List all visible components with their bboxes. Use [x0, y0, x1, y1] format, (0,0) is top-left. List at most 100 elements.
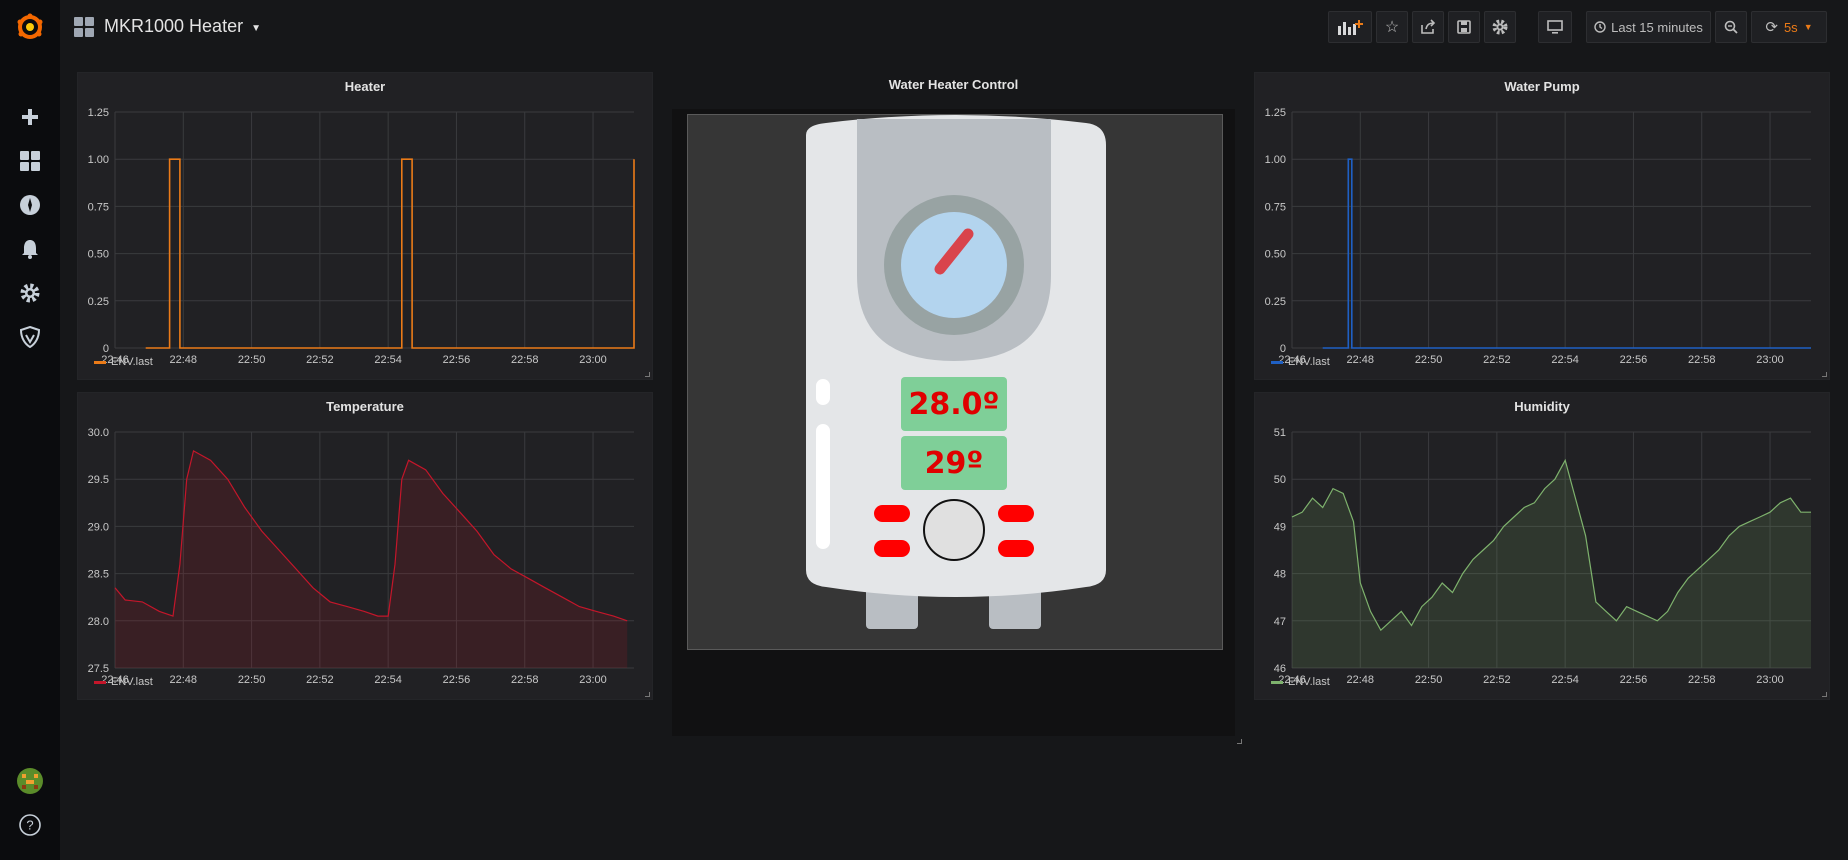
x-tick-label: 22:58: [511, 354, 539, 366]
x-tick-label: 22:54: [374, 674, 402, 686]
x-tick-label: 23:00: [579, 354, 607, 366]
alerting-bell-icon[interactable]: [14, 233, 46, 265]
temperature-dial[interactable]: [901, 212, 1007, 318]
save-dashboard-button[interactable]: [1448, 11, 1480, 43]
panel-title[interactable]: Humidity: [1255, 399, 1829, 414]
tv-mode-button[interactable]: [1538, 11, 1572, 43]
panel-title[interactable]: Temperature: [78, 399, 652, 414]
current-temp-value: 28.0º: [908, 386, 1000, 422]
caret-down-icon: ▼: [1803, 22, 1813, 32]
time-range-picker[interactable]: Last 15 minutes: [1586, 11, 1711, 43]
legend-item[interactable]: ENV.last: [1271, 356, 1330, 368]
x-tick-label: 22:50: [238, 354, 266, 366]
water-pump-chart: 00.250.500.751.001.2522:46 22:48 22:50 22:5…: [1265, 107, 1811, 366]
zoom-out-button[interactable]: [1715, 11, 1747, 43]
legend-label: ENV.last: [111, 676, 153, 688]
y-tick-label: 30.0: [88, 427, 109, 439]
legend-item[interactable]: ENV.last: [1271, 676, 1330, 688]
x-tick-label: 22:52: [306, 674, 334, 686]
y-tick-label: 0.25: [1265, 296, 1286, 308]
resize-handle[interactable]: [1822, 372, 1827, 377]
mode-down-button[interactable]: [998, 540, 1034, 557]
x-tick-label: 22:58: [1688, 674, 1716, 686]
legend-swatch: [94, 680, 106, 684]
dashboard-title-picker[interactable]: MKR1000 Heater ▼: [104, 16, 261, 37]
legend-item[interactable]: ENV.last: [94, 676, 153, 688]
time-range-label: Last 15 minutes: [1611, 19, 1703, 35]
configuration-gear-icon[interactable]: [14, 277, 46, 309]
y-tick-label: 50: [1274, 474, 1286, 486]
resize-handle[interactable]: [1822, 692, 1827, 697]
refresh-picker[interactable]: ⟳ 5s ▼: [1751, 11, 1827, 43]
share-icon: [1421, 19, 1436, 34]
panel-title[interactable]: Water Pump: [1255, 79, 1829, 94]
x-tick-label: 22:58: [511, 674, 539, 686]
panel-title[interactable]: Heater: [78, 79, 652, 94]
y-tick-label: 28.5: [88, 569, 109, 581]
mode-up-button[interactable]: [998, 505, 1034, 522]
y-tick-label: 0.25: [88, 296, 109, 308]
legend-swatch: [94, 360, 106, 364]
water-heater-control-panel: Water Heater Control 28.0º 29º: [665, 72, 1242, 744]
legend-swatch: [1271, 680, 1283, 684]
series-area: [115, 450, 628, 668]
legend-label: ENV.last: [111, 356, 153, 368]
x-tick-label: 23:00: [1756, 354, 1784, 366]
y-tick-label: 48: [1274, 569, 1286, 581]
dashboard-navbar: MKR1000 Heater ▼ ☆ Last 15 minutes ⟳ 5s …: [60, 0, 1848, 56]
clock-icon: [1594, 21, 1606, 33]
x-tick-label: 22:54: [374, 354, 402, 366]
gear-icon: [1492, 19, 1508, 35]
create-plus-icon[interactable]: [14, 101, 46, 133]
temp-down-button[interactable]: [874, 540, 910, 557]
side-menu: ?: [0, 0, 60, 860]
y-tick-label: 1.00: [88, 154, 109, 166]
temperature-chart: 27.528.028.529.029.530.022:46 22:48 22:50 2…: [88, 427, 634, 686]
dashboard-grid-icon: [74, 17, 94, 42]
resize-handle[interactable]: [645, 372, 650, 377]
y-tick-label: 28.0: [88, 616, 109, 628]
x-tick-label: 22:54: [1551, 354, 1579, 366]
add-panel-button[interactable]: [1328, 11, 1372, 43]
panel-title[interactable]: Water Heater Control: [665, 77, 1242, 92]
star-icon: ☆: [1384, 19, 1400, 36]
server-admin-shield-icon[interactable]: [14, 321, 46, 353]
explore-compass-icon[interactable]: [14, 189, 46, 221]
y-tick-label: 51: [1274, 427, 1286, 439]
legend-item[interactable]: ENV.last: [94, 356, 153, 368]
humidity-chart: 46474849505122:46 22:48 22:50 22:52 22:54 22:…: [1274, 427, 1811, 686]
x-tick-label: 22:54: [1551, 674, 1579, 686]
y-tick-label: 1.25: [1265, 107, 1286, 119]
x-tick-label: 22:58: [1688, 354, 1716, 366]
resize-handle[interactable]: [645, 692, 650, 697]
monitor-icon: [1547, 20, 1563, 34]
water-pump-panel: Water Pump 0 0.25 0.50 0.75 1.00 1.25 22:46 22:…: [1254, 72, 1830, 380]
x-tick-label: 22:50: [238, 674, 266, 686]
x-tick-label: 22:56: [1620, 674, 1648, 686]
user-avatar[interactable]: [14, 765, 46, 797]
caret-down-icon: ▼: [251, 23, 261, 34]
humidity-panel: Humidity 46 47 48 49 50 51 22:46 22:48 22:50 22:5…: [1254, 392, 1830, 700]
dashboards-icon[interactable]: [14, 145, 46, 177]
zoom-out-icon: [1724, 20, 1738, 34]
dashboard-settings-button[interactable]: [1484, 11, 1516, 43]
share-dashboard-button[interactable]: [1412, 11, 1444, 43]
resize-handle[interactable]: [1237, 739, 1242, 744]
level-indicator: [816, 424, 830, 549]
add-panel-icon: [1338, 20, 1363, 35]
legend-label: ENV.last: [1288, 356, 1330, 368]
x-tick-label: 23:00: [579, 674, 607, 686]
grafana-logo-icon[interactable]: [14, 11, 46, 43]
help-question-icon[interactable]: ?: [14, 809, 46, 841]
y-tick-label: 29.5: [88, 474, 109, 486]
temp-up-button[interactable]: [874, 505, 910, 522]
heater-panel: Heater 0 0.25 0.50 0.75 1.00 1.25 22:46 22:48 22…: [77, 72, 653, 380]
indicator-light: [816, 379, 830, 405]
x-tick-label: 22:48: [170, 674, 198, 686]
heater-illustration: 28.0º 29º: [687, 114, 1223, 650]
y-tick-label: 47: [1274, 616, 1286, 628]
power-knob[interactable]: [923, 499, 985, 561]
star-dashboard-button[interactable]: ☆: [1376, 11, 1408, 43]
x-tick-label: 23:00: [1756, 674, 1784, 686]
dashboard-title: MKR1000 Heater: [104, 16, 244, 36]
